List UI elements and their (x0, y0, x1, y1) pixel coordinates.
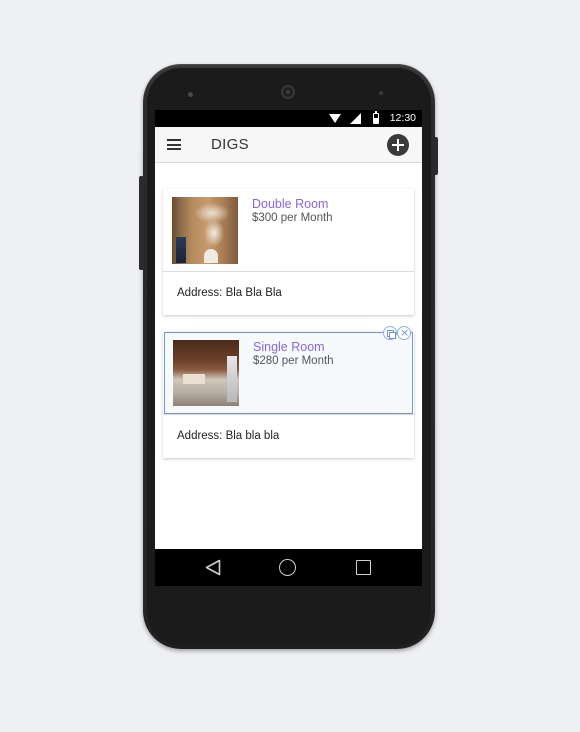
listing-card[interactable]: Single Room $280 per Month × Address: Bl… (163, 326, 414, 458)
front-camera (281, 85, 295, 99)
battery-icon (373, 111, 379, 124)
card-divider (163, 271, 414, 272)
status-time: 12:30 (389, 112, 416, 124)
home-icon[interactable] (279, 559, 296, 576)
status-bar: 12:30 (155, 110, 422, 127)
listing-photo (173, 340, 239, 406)
recent-apps-icon[interactable] (356, 560, 371, 575)
hamburger-menu-icon[interactable] (167, 139, 181, 150)
phone-screen: 12:30 DIGS Double Room $300 per Month Ad… (155, 110, 422, 586)
back-icon[interactable] (205, 559, 221, 576)
listing-title[interactable]: Double Room (252, 197, 328, 211)
listing-card-header-selected[interactable]: Single Room $280 per Month × (164, 326, 413, 414)
speaker-dot (188, 92, 193, 97)
volume-button (139, 176, 144, 270)
card-divider (163, 414, 414, 415)
add-listing-button[interactable] (387, 134, 409, 156)
close-icon[interactable]: × (397, 326, 411, 340)
app-title: DIGS (211, 136, 249, 153)
signal-icon (350, 113, 361, 124)
listing-price: $280 per Month (253, 355, 334, 367)
duplicate-icon[interactable] (383, 326, 397, 340)
listing-title[interactable]: Single Room (253, 340, 325, 354)
listing-card[interactable]: Double Room $300 per Month Address: Bla … (163, 189, 414, 315)
listing-card-header: Double Room $300 per Month (163, 189, 414, 272)
navigation-bar (155, 549, 422, 586)
listing-price: $300 per Month (252, 212, 333, 224)
app-bar: DIGS (155, 127, 422, 163)
listing-address: Address: Bla bla bla (177, 430, 280, 442)
power-button (434, 137, 438, 175)
wifi-icon (329, 114, 341, 123)
listing-photo (172, 197, 238, 264)
sensor-dot (379, 91, 383, 95)
listing-address: Address: Bla Bla Bla (177, 287, 282, 299)
